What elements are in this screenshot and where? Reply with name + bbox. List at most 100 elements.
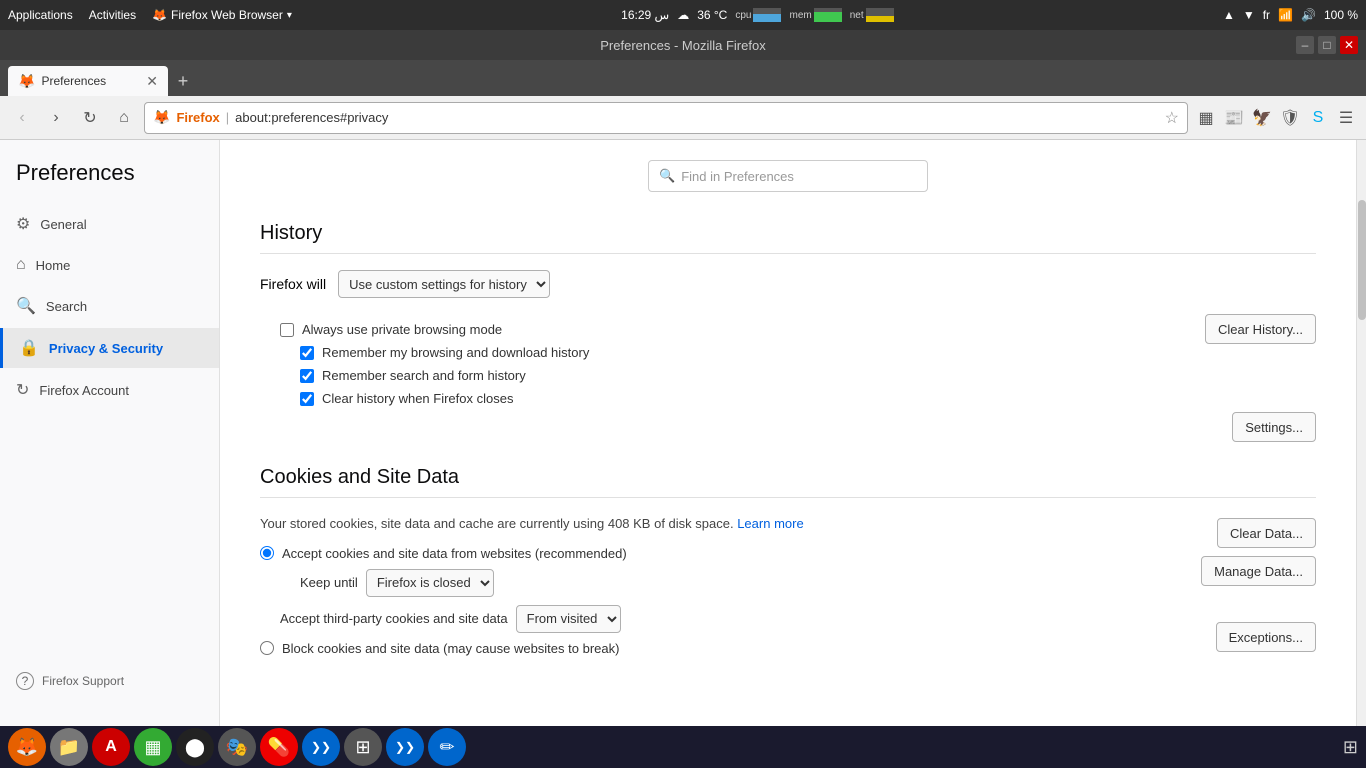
tab-label: Preferences — [41, 74, 106, 88]
sidebar: Preferences ⚙ General ⌂ Home 🔍 Search 🔒 … — [0, 140, 220, 726]
os-topbar: Applications Activities 🦊 Firefox Web Br… — [0, 0, 1366, 30]
accept-cookies-label: Accept cookies and site data from websit… — [282, 546, 627, 561]
forward-button[interactable]: › — [42, 104, 70, 132]
taskbar-theater[interactable]: 🎭 — [218, 728, 256, 766]
always-private-checkbox[interactable] — [280, 323, 294, 337]
sidebar-label-general: General — [40, 217, 86, 232]
manage-data-button[interactable]: Manage Data... — [1201, 556, 1316, 586]
accept-cookies-radio[interactable] — [260, 546, 274, 560]
reload-button[interactable]: ↻ — [76, 104, 104, 132]
sidebar-icon[interactable]: ▦ — [1194, 106, 1218, 130]
active-tab[interactable]: 🦊 Preferences ✕ — [8, 66, 168, 96]
address-bar[interactable]: 🦊 Firefox | about:preferences#privacy ☆ — [144, 102, 1188, 134]
close-button[interactable]: ✕ — [1340, 36, 1358, 54]
clear-history-button[interactable]: Clear History... — [1205, 314, 1316, 344]
always-private-row: Always use private browsing mode — [280, 322, 1205, 337]
cpu-indicator: cpu — [735, 8, 781, 22]
applications-menu[interactable]: Applications — [8, 8, 73, 22]
history-firefox-will-row: Firefox will Use custom settings for his… — [260, 270, 1316, 298]
taskbar-text[interactable]: A — [92, 728, 130, 766]
clear-on-close-row: Clear history when Firefox closes — [300, 391, 1205, 406]
third-party-label: Accept third-party cookies and site data — [280, 611, 508, 626]
main-content: 🔍 Find in Preferences History Firefox wi… — [220, 140, 1356, 726]
keep-until-row: Keep until Firefox is closed They expire… — [300, 569, 1181, 597]
battery-display: 100 % — [1324, 8, 1358, 22]
search-icon: 🔍 — [659, 168, 675, 184]
preferences-search[interactable]: 🔍 Find in Preferences — [648, 160, 928, 192]
search-placeholder: Find in Preferences — [681, 169, 794, 184]
third-party-dropdown[interactable]: From visited Always Never — [516, 605, 621, 633]
taskbar-layout[interactable]: ▦ — [134, 728, 172, 766]
up-arrow-icon: ▲ — [1223, 8, 1235, 22]
taskbar-files[interactable]: 📁 — [50, 728, 88, 766]
reader-icon[interactable]: 📰 — [1222, 106, 1246, 130]
taskbar-firefox[interactable]: 🦊 — [8, 728, 46, 766]
maximize-button[interactable]: □ — [1318, 36, 1336, 54]
minimize-button[interactable]: – — [1296, 36, 1314, 54]
os-topbar-left: Applications Activities 🦊 Firefox Web Br… — [8, 8, 292, 22]
sidebar-item-privacy[interactable]: 🔒 Privacy & Security — [0, 328, 219, 368]
block-cookies-radio[interactable] — [260, 641, 274, 655]
sidebar-item-home[interactable]: ⌂ Home — [0, 246, 219, 284]
remember-search-checkbox[interactable] — [300, 369, 314, 383]
taskbar: 🦊 📁 A ▦ ⬤ 🎭 💊 ❯❯ ⊞ ❯❯ ✏ ⊞ — [0, 726, 1366, 768]
block-cookies-row: Block cookies and site data (may cause w… — [260, 641, 1181, 656]
bookmark-star-icon[interactable]: ☆ — [1165, 108, 1179, 128]
toolbar-icons-right: ▦ 📰 🦅 🛡 S ☰ — [1194, 106, 1358, 130]
taskbar-obs[interactable]: ⬤ — [176, 728, 214, 766]
weather-icon: ☁ — [677, 8, 689, 22]
skype-icon[interactable]: S — [1306, 106, 1330, 130]
down-arrow-icon: ▼ — [1243, 8, 1255, 22]
clear-on-close-checkbox[interactable] — [300, 392, 314, 406]
scrollbar-thumb[interactable] — [1358, 200, 1366, 320]
exceptions-button[interactable]: Exceptions... — [1216, 622, 1316, 652]
url-text[interactable]: about:preferences#privacy — [235, 110, 1158, 125]
cookies-info-text: Your stored cookies, site data and cache… — [260, 514, 1181, 534]
clear-data-button[interactable]: Clear Data... — [1217, 518, 1316, 548]
lang-indicator[interactable]: fr — [1263, 8, 1270, 22]
shield-icon[interactable]: 🛡 — [1278, 106, 1302, 130]
activities-button[interactable]: Activities — [89, 8, 136, 22]
sidebar-item-general[interactable]: ⚙ General — [0, 204, 219, 244]
tracking-icon[interactable]: 🦅 — [1250, 106, 1274, 130]
back-button[interactable]: ‹ — [8, 104, 36, 132]
learn-more-link[interactable]: Learn more — [737, 516, 803, 531]
menu-icon[interactable]: ☰ — [1334, 106, 1358, 130]
taskbar-shortcuts2[interactable]: ❯❯ — [386, 728, 424, 766]
address-bar-separator: | — [226, 110, 229, 125]
new-tab-button[interactable]: + — [168, 66, 198, 96]
sidebar-item-search[interactable]: 🔍 Search — [0, 286, 219, 326]
support-label: Firefox Support — [42, 674, 124, 688]
mem-indicator: mem — [789, 8, 841, 22]
history-mode-dropdown[interactable]: Use custom settings for history Remember… — [338, 270, 550, 298]
general-icon: ⚙ — [16, 214, 30, 234]
taskbar-shortcuts1[interactable]: ❯❯ — [302, 728, 340, 766]
scrollbar[interactable] — [1356, 140, 1366, 726]
address-bar-prefix: Firefox — [176, 110, 219, 125]
sidebar-support[interactable]: ? Firefox Support — [16, 672, 203, 690]
temp-display: 36 °C — [697, 8, 727, 22]
accept-cookies-row: Accept cookies and site data from websit… — [260, 546, 1181, 561]
account-icon: ↻ — [16, 380, 29, 400]
taskbar-edit[interactable]: ✏ — [428, 728, 466, 766]
browser-toolbar: ‹ › ↻ ⌂ 🦊 Firefox | about:preferences#pr… — [0, 96, 1366, 140]
keep-until-dropdown[interactable]: Firefox is closed They expire I close Fi… — [366, 569, 494, 597]
taskbar-grid[interactable]: ⊞ — [344, 728, 382, 766]
taskbar-pill[interactable]: 💊 — [260, 728, 298, 766]
history-section-title: History — [260, 222, 1316, 254]
third-party-row: Accept third-party cookies and site data… — [280, 605, 1181, 633]
browser-menu[interactable]: 🦊 Firefox Web Browser ▾ — [152, 8, 292, 22]
remember-browsing-label: Remember my browsing and download histor… — [322, 345, 589, 360]
sidebar-label-home: Home — [36, 258, 71, 273]
home-button[interactable]: ⌂ — [110, 104, 138, 132]
sidebar-item-account[interactable]: ↻ Firefox Account — [0, 370, 219, 410]
search-container: 🔍 Find in Preferences — [260, 140, 1316, 202]
browser-content: Preferences ⚙ General ⌂ Home 🔍 Search 🔒 … — [0, 140, 1366, 726]
remember-browsing-checkbox[interactable] — [300, 346, 314, 360]
sidebar-bottom: ? Firefox Support — [0, 656, 219, 706]
history-settings-button[interactable]: Settings... — [1232, 412, 1316, 442]
taskbar-apps-button[interactable]: ⊞ — [1343, 737, 1358, 758]
tab-close-icon[interactable]: ✕ — [146, 73, 158, 90]
tab-icon: 🦊 — [18, 73, 35, 90]
history-checkboxes: Always use private browsing mode Remembe… — [260, 314, 1205, 414]
